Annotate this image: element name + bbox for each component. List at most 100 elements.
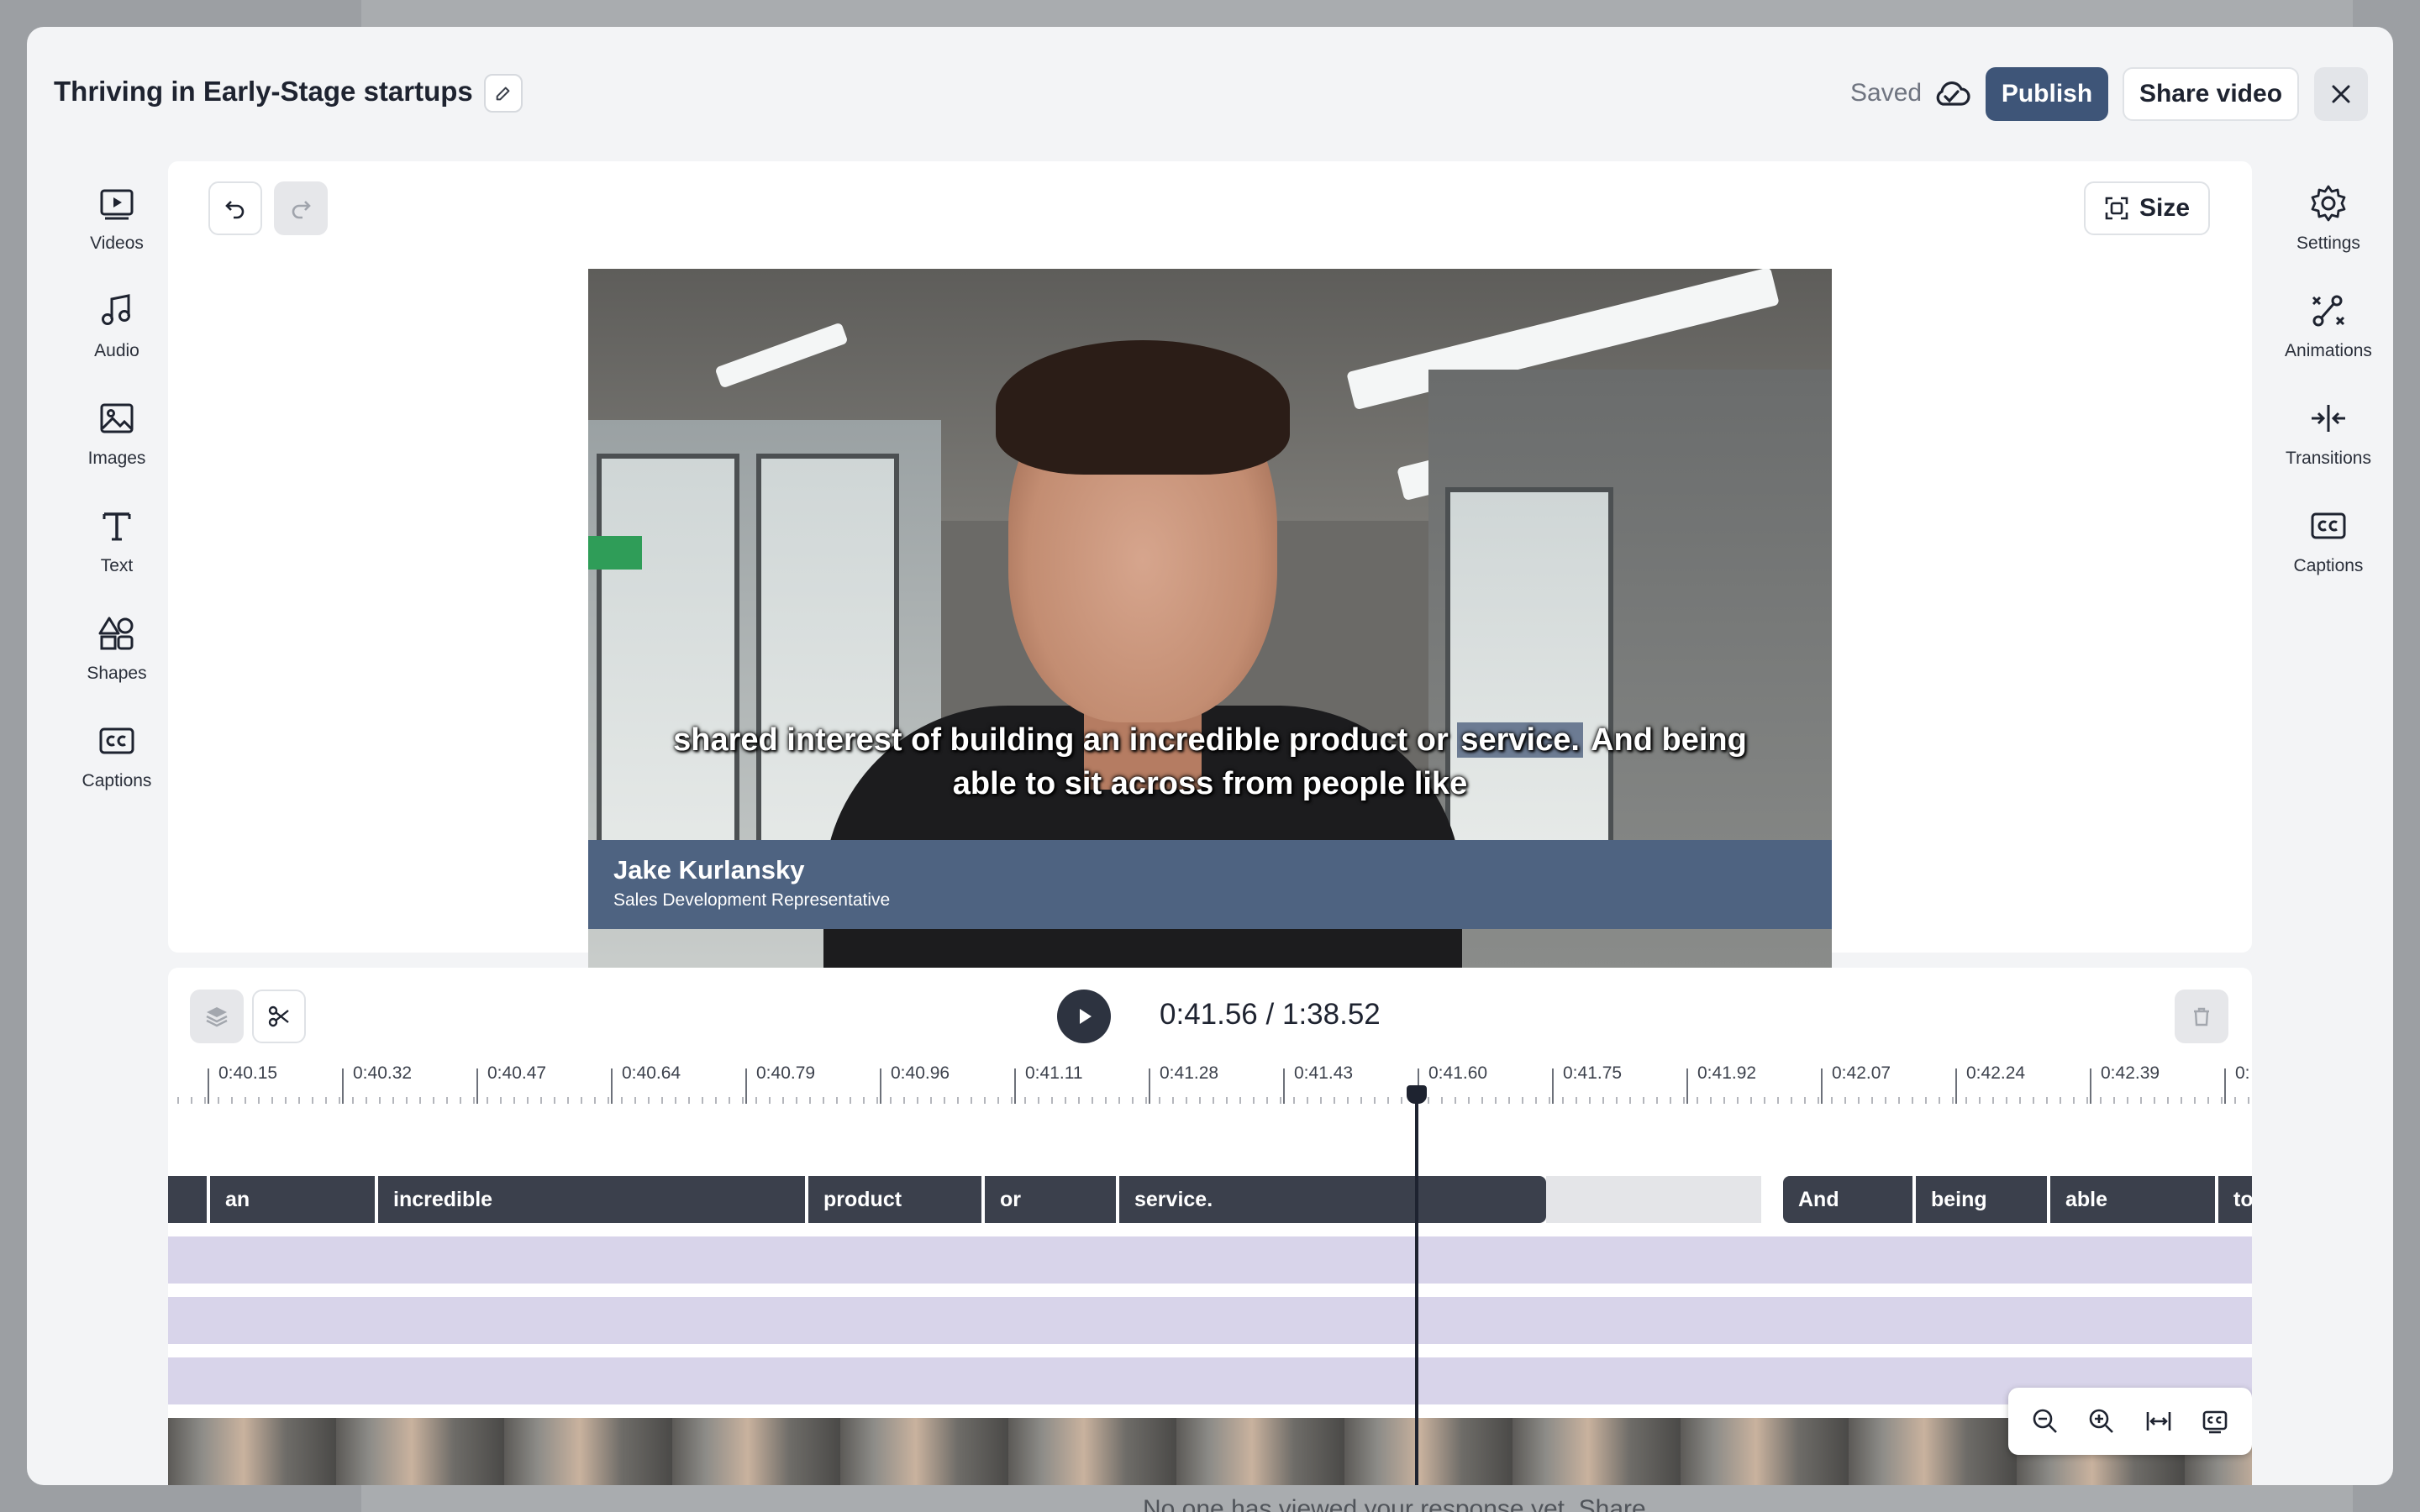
- word-clip[interactable]: being: [1916, 1176, 2047, 1223]
- cloud-check-icon: [1936, 81, 1970, 106]
- zoom-in-icon: [2089, 1409, 2114, 1433]
- play-icon: [1080, 1009, 1092, 1024]
- tick-label: 0:40.32: [353, 1063, 412, 1083]
- playhead-handle[interactable]: [1407, 1085, 1427, 1104]
- playhead[interactable]: [1415, 1094, 1418, 1485]
- size-label: Size: [2139, 194, 2191, 222]
- video-editor-modal: Thriving in Early-Stage startups Saved P…: [27, 27, 2393, 1485]
- lower-third[interactable]: Jake Kurlansky Sales Development Represe…: [588, 840, 1832, 929]
- background-viewer-text: No one has viewed your response yet. Sha…: [1143, 1495, 1646, 1512]
- zoom-in-button[interactable]: [2078, 1398, 2125, 1445]
- word-clip[interactable]: product: [808, 1176, 981, 1223]
- rail-text[interactable]: Text: [62, 506, 171, 598]
- caption-text: shared interest of building an incredibl…: [673, 722, 1458, 758]
- undo-button[interactable]: [208, 181, 262, 235]
- caption-highlight-word: service.: [1457, 722, 1583, 758]
- rail-settings[interactable]: Settings: [2274, 183, 2383, 276]
- ruler-ticks: 0:40.15 0:40.32 0:40.47 0:40.64 0:40.79 0:40.…: [177, 1063, 2250, 1104]
- glass-window: [1445, 487, 1613, 890]
- caption-line-1: shared interest of building an incredibl…: [588, 722, 1832, 759]
- tick-label: 0:40.64: [622, 1063, 681, 1083]
- rail-shapes[interactable]: Shapes: [62, 613, 171, 706]
- zoom-out-icon: [2033, 1409, 2057, 1433]
- lower-third-role: Sales Development Representative: [613, 890, 891, 910]
- time-display: 0:41.56 / 1:38.52: [1160, 998, 1381, 1032]
- track-lane[interactable]: [168, 1236, 2252, 1284]
- timeline-ruler[interactable]: 0:40.15 0:40.32 0:40.47 0:40.64 0:40.79 0:40.…: [168, 1060, 2252, 1110]
- tick-label: 0:42.24: [1966, 1063, 2025, 1083]
- transitions-icon: [2312, 405, 2345, 432]
- rail-captions[interactable]: Captions: [62, 721, 171, 813]
- redo-icon: [292, 201, 311, 219]
- share-video-button[interactable]: Share video: [2123, 67, 2299, 121]
- size-button[interactable]: Size: [2084, 181, 2210, 235]
- shapes-icon: [98, 617, 134, 650]
- rail-captions-label: Captions: [82, 771, 152, 790]
- word-clip[interactable]: incredible: [378, 1176, 805, 1223]
- word-clip[interactable]: able: [2050, 1176, 2215, 1223]
- rail-settings-label: Settings: [2296, 234, 2360, 253]
- tick-label: 0:41.75: [1563, 1063, 1622, 1083]
- fit-timeline-button[interactable]: [2135, 1398, 2182, 1445]
- canvas-panel: Size shared interest of building an incr…: [168, 161, 2252, 968]
- undo-icon: [225, 201, 245, 219]
- layers-icon: [206, 1007, 228, 1027]
- rail-captions-right[interactable]: Captions: [2274, 506, 2383, 598]
- animations-icon: [2312, 295, 2345, 327]
- delete-button[interactable]: [2175, 990, 2228, 1043]
- tick-label: 0:41.92: [1697, 1063, 1756, 1083]
- word-clip[interactable]: [168, 1176, 207, 1223]
- tick-label: 0:41.28: [1160, 1063, 1218, 1083]
- rail-transitions[interactable]: Transitions: [2274, 398, 2383, 491]
- word-clip[interactable]: or: [985, 1176, 1116, 1223]
- close-icon: [2332, 85, 2350, 103]
- scissors-icon: [268, 1005, 289, 1027]
- rail-audio[interactable]: Audio: [62, 291, 171, 383]
- video-filmstrip[interactable]: [168, 1418, 2252, 1485]
- cc-icon: [99, 727, 134, 754]
- publish-button[interactable]: Publish: [1986, 67, 2108, 121]
- resize-icon: [2105, 197, 2128, 220]
- fit-width-icon: [2146, 1412, 2171, 1431]
- pencil-icon: [496, 87, 510, 101]
- rail-shapes-label: Shapes: [87, 664, 147, 683]
- rail-animations-label: Animations: [2285, 341, 2372, 360]
- redo-button[interactable]: [274, 181, 328, 235]
- edit-title-button[interactable]: [484, 74, 523, 113]
- gear-icon: [2311, 185, 2346, 222]
- track-lane[interactable]: [168, 1357, 2252, 1404]
- tick-label: 0:40.15: [218, 1063, 277, 1083]
- rail-images[interactable]: Images: [62, 398, 171, 491]
- rail-animations[interactable]: Animations: [2274, 291, 2383, 383]
- play-button[interactable]: [1057, 990, 1111, 1043]
- time-separator: /: [1265, 998, 1275, 1031]
- word-clip[interactable]: an: [210, 1176, 375, 1223]
- video-preview[interactable]: shared interest of building an incredibl…: [588, 269, 1832, 968]
- tick-label: 0:42.07: [1832, 1063, 1891, 1083]
- image-icon: [100, 403, 134, 433]
- save-status: Saved: [1850, 79, 1923, 107]
- layers-button[interactable]: [190, 990, 244, 1043]
- rail-transitions-label: Transitions: [2286, 449, 2371, 468]
- cc-icon: [2311, 512, 2346, 539]
- close-button[interactable]: [2314, 67, 2368, 121]
- text-t-icon: [103, 512, 131, 541]
- rail-captions-right-label: Captions: [2293, 556, 2364, 575]
- exit-sign: [588, 536, 642, 570]
- word-clip[interactable]: to: [2218, 1176, 2252, 1223]
- track-lane[interactable]: [168, 1297, 2252, 1344]
- silence-gap: [1546, 1176, 1761, 1223]
- tick-label: 0:41.60: [1428, 1063, 1487, 1083]
- music-note-icon: [102, 294, 130, 325]
- word-clip[interactable]: And: [1783, 1176, 1912, 1223]
- split-button[interactable]: [252, 990, 306, 1043]
- word-clip[interactable]: service.: [1119, 1176, 1546, 1223]
- caption-track-button[interactable]: [2191, 1398, 2238, 1445]
- caption-word-track: an incredible product or service. And be…: [168, 1176, 2252, 1223]
- tick-label: 0:40.79: [756, 1063, 815, 1083]
- tick-label: 0:42.39: [2101, 1063, 2160, 1083]
- tick-label: 0:40.96: [891, 1063, 950, 1083]
- zoom-out-button[interactable]: [2022, 1398, 2069, 1445]
- tick-label: 0:40.47: [487, 1063, 546, 1083]
- rail-videos[interactable]: Videos: [62, 183, 171, 276]
